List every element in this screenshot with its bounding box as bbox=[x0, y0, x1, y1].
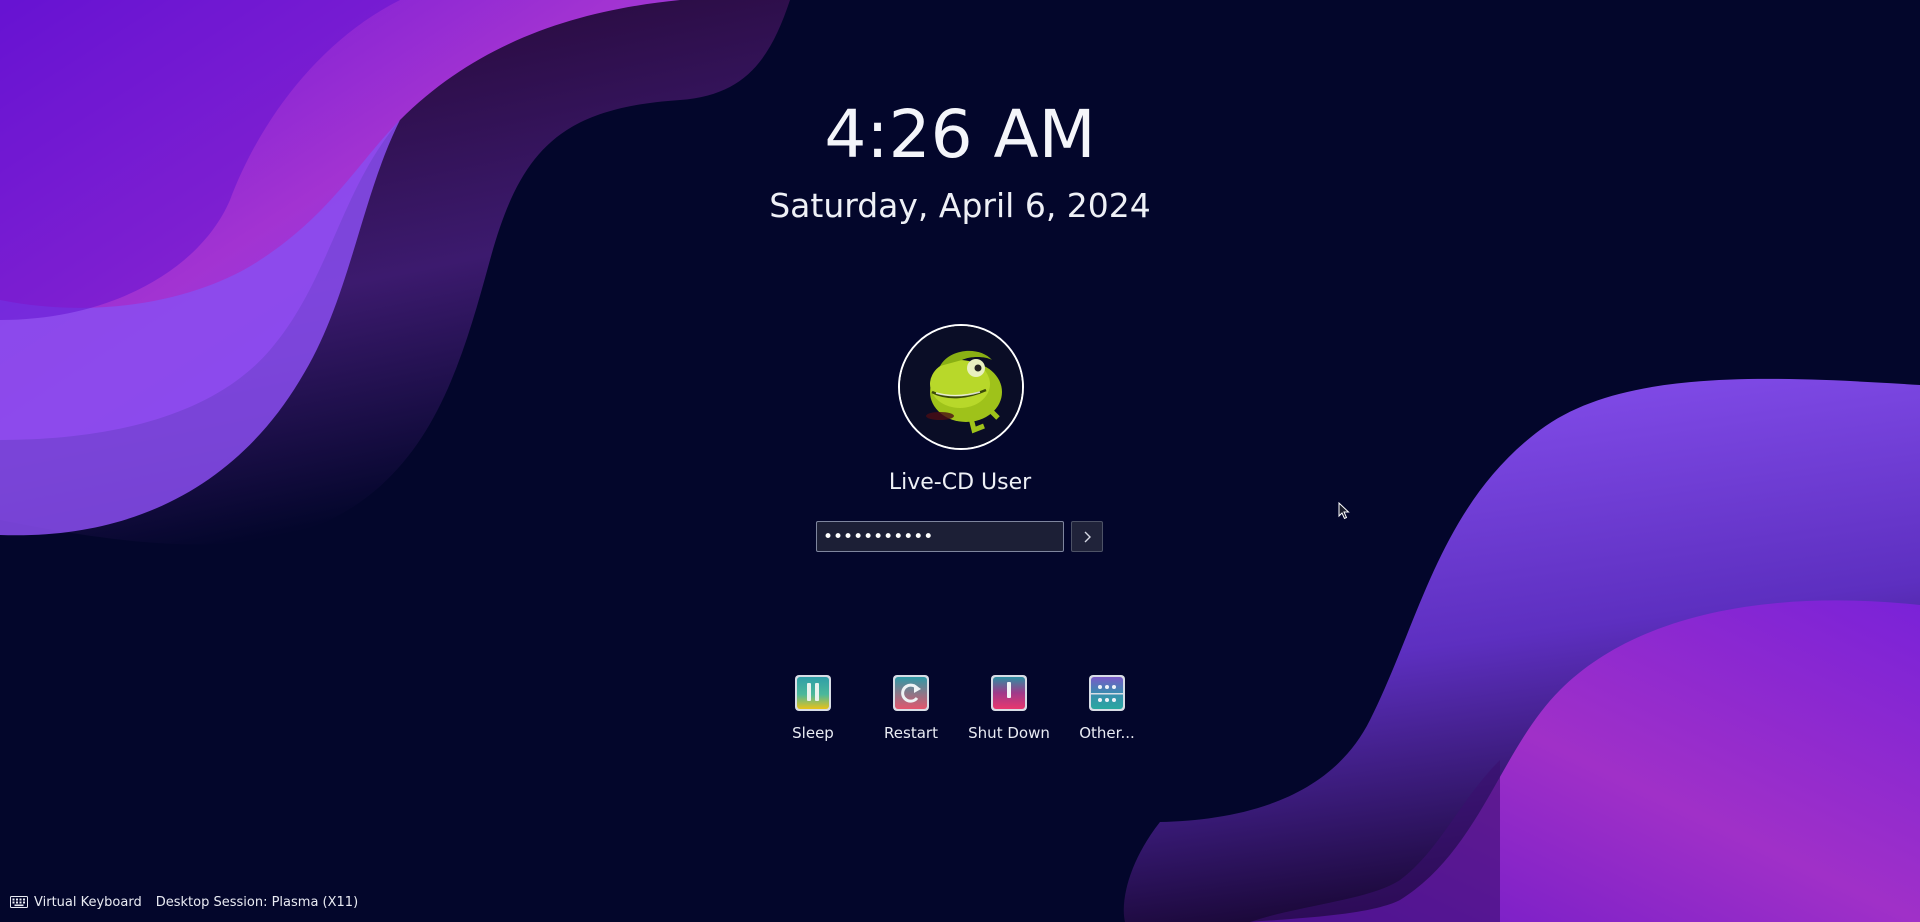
mouse-pointer-icon bbox=[1338, 502, 1350, 520]
other-label: Other... bbox=[1079, 724, 1135, 742]
login-screen: 4:26 AM Saturday, April 6, 2024 Live-CD … bbox=[0, 0, 1920, 922]
virtual-keyboard-button[interactable]: Virtual Keyboard bbox=[34, 895, 142, 910]
clock-date: Saturday, April 6, 2024 bbox=[769, 186, 1151, 225]
sleep-button[interactable]: Sleep bbox=[764, 674, 862, 742]
footer-bar: Virtual Keyboard Desktop Session: Plasma… bbox=[10, 893, 358, 911]
restart-icon bbox=[893, 675, 929, 711]
shutdown-label: Shut Down bbox=[968, 724, 1050, 742]
shutdown-icon bbox=[991, 675, 1027, 711]
login-button[interactable] bbox=[1071, 521, 1103, 552]
clock-time: 4:26 AM bbox=[824, 96, 1096, 173]
desktop-session-selector[interactable]: Desktop Session: Plasma (X11) bbox=[156, 895, 358, 910]
chevron-right-icon bbox=[1084, 531, 1091, 543]
sleep-icon bbox=[795, 675, 831, 711]
keyboard-icon[interactable] bbox=[10, 896, 28, 908]
chameleon-avatar-icon bbox=[900, 326, 1022, 448]
password-field[interactable] bbox=[816, 521, 1064, 552]
other-icon bbox=[1089, 675, 1125, 711]
user-avatar[interactable] bbox=[898, 324, 1024, 450]
other-button[interactable]: Other... bbox=[1058, 674, 1156, 742]
restart-label: Restart bbox=[884, 724, 938, 742]
shutdown-button[interactable]: Shut Down bbox=[960, 674, 1058, 742]
sleep-label: Sleep bbox=[792, 724, 834, 742]
user-name: Live-CD User bbox=[888, 470, 1032, 495]
restart-button[interactable]: Restart bbox=[862, 674, 960, 742]
